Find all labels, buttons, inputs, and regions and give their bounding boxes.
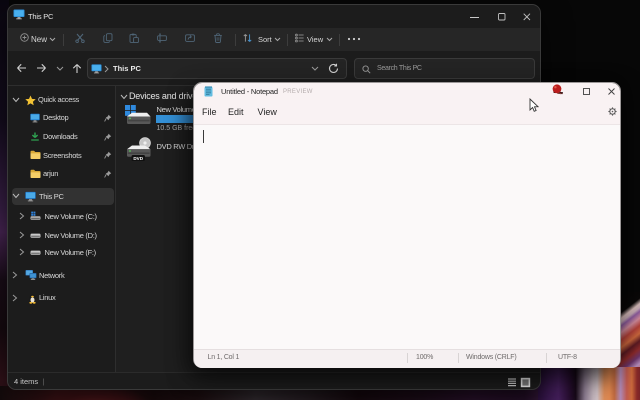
svg-text:DVD: DVD bbox=[133, 156, 143, 161]
